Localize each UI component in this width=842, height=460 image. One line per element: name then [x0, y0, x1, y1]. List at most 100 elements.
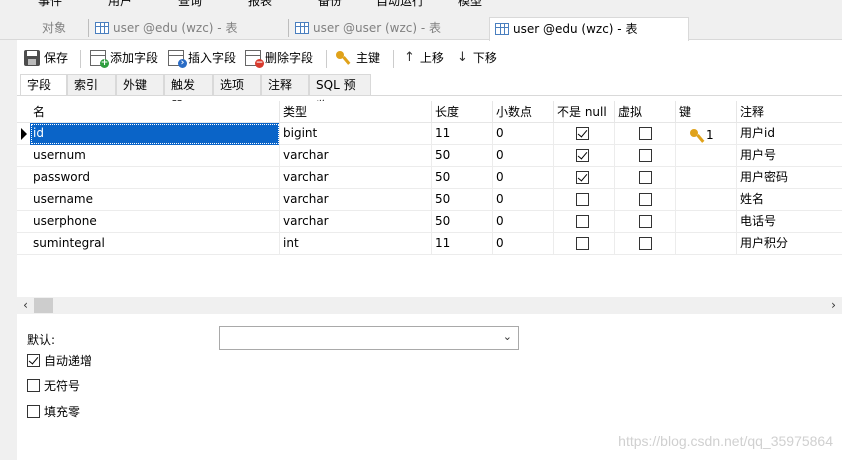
field-length-cell[interactable]: 11 [432, 233, 493, 255]
scroll-thumb[interactable] [34, 298, 53, 313]
field-key-cell[interactable] [676, 167, 737, 189]
field-decimals-cell[interactable]: 0 [493, 233, 554, 255]
menu-item-model[interactable]: 模型 [458, 0, 482, 8]
virtual-checkbox[interactable] [639, 149, 652, 162]
field-comment-cell[interactable]: 电话号 [737, 211, 842, 233]
virtual-checkbox[interactable] [639, 215, 652, 228]
tab-divider [288, 19, 289, 37]
tab-objects[interactable]: 对象 [42, 17, 66, 40]
table-row[interactable]: id bigint 11 0 1 用户id [17, 123, 842, 145]
field-type-cell[interactable]: varchar [280, 189, 432, 211]
field-comment-cell[interactable]: 姓名 [737, 189, 842, 211]
field-name-cell[interactable]: userphone [30, 211, 280, 233]
table-row[interactable]: sumintegral int 11 0 用户积分 [17, 233, 842, 255]
field-length-cell[interactable]: 11 [432, 123, 493, 145]
field-name-cell[interactable]: sumintegral [30, 233, 280, 255]
unsigned-checkbox[interactable]: 无符号 [27, 377, 80, 393]
save-button[interactable]: 保存 [24, 44, 68, 72]
column-header-length[interactable]: 长度 [432, 101, 493, 123]
virtual-checkbox[interactable] [639, 171, 652, 184]
column-header-virtual[interactable]: 虚拟 [615, 101, 676, 123]
column-header-not-null[interactable]: 不是 null [554, 101, 615, 123]
tab-sql-preview[interactable]: SQL 预览 [309, 74, 371, 113]
field-comment-cell[interactable]: 用户密码 [737, 167, 842, 189]
design-subtabs: 字段 索引 外键 触发器 选项 注释 SQL 预览 [17, 74, 842, 113]
scroll-left-icon[interactable]: ‹ [17, 297, 34, 314]
column-header-decimals[interactable]: 小数点 [493, 101, 554, 123]
field-type-cell[interactable]: int [280, 233, 432, 255]
tab-options[interactable]: 选项 [213, 74, 261, 96]
field-decimals-cell[interactable]: 0 [493, 211, 554, 233]
grid-horizontal-scrollbar[interactable]: ‹ › [17, 297, 842, 314]
move-up-button[interactable]: ↑ 上移 [404, 44, 444, 72]
default-value-select[interactable]: ⌄ [219, 326, 519, 350]
field-name-cell[interactable]: usernum [30, 145, 280, 167]
move-down-button[interactable]: ↓ 下移 [457, 44, 497, 72]
tab-comments[interactable]: 注释 [261, 74, 309, 96]
menu-item-events[interactable]: 事件 [38, 0, 62, 8]
field-length-cell[interactable]: 50 [432, 211, 493, 233]
field-key-cell[interactable]: 1 [676, 123, 737, 145]
field-length-cell[interactable]: 50 [432, 167, 493, 189]
field-key-cell[interactable] [676, 189, 737, 211]
not-null-checkbox[interactable] [576, 171, 589, 184]
virtual-checkbox[interactable] [639, 127, 652, 140]
field-comment-cell[interactable]: 用户id [737, 123, 842, 145]
menu-item-backup[interactable]: 备份 [318, 0, 342, 8]
not-null-checkbox[interactable] [576, 149, 589, 162]
scroll-right-icon[interactable]: › [825, 297, 842, 314]
table-row[interactable]: userphone varchar 50 0 电话号 [17, 211, 842, 233]
delete-field-button[interactable]: − 删除字段 [245, 44, 313, 72]
menu-item-users[interactable]: 用户 [108, 0, 132, 8]
field-decimals-cell[interactable]: 0 [493, 189, 554, 211]
field-key-cell[interactable] [676, 233, 737, 255]
field-length-cell[interactable]: 50 [432, 145, 493, 167]
field-type-cell[interactable]: varchar [280, 145, 432, 167]
checkbox-box [27, 404, 40, 418]
table-row[interactable]: usernum varchar 50 0 用户号 [17, 145, 842, 167]
tab-triggers[interactable]: 触发器 [164, 74, 213, 113]
column-header-key[interactable]: 键 [676, 101, 737, 123]
document-tab-bar: 对象 user @edu (wzc) - 表 user @user (wzc) … [0, 8, 842, 41]
field-key-cell[interactable] [676, 145, 737, 167]
virtual-checkbox[interactable] [639, 193, 652, 206]
column-header-type[interactable]: 类型 [280, 101, 432, 123]
column-header-comment[interactable]: 注释 [737, 101, 842, 123]
tab-user-edu-table-active[interactable]: user @edu (wzc) - 表 [489, 17, 689, 41]
not-null-checkbox[interactable] [576, 127, 589, 140]
insert-field-button[interactable]: › 插入字段 [168, 44, 236, 72]
table-row[interactable]: password varchar 50 0 用户密码 [17, 167, 842, 189]
table-row[interactable]: username varchar 50 0 姓名 [17, 189, 842, 211]
tab-fields[interactable]: 字段 [20, 74, 67, 96]
column-header-name[interactable]: 名 [30, 101, 280, 123]
tab-foreign-keys[interactable]: 外键 [116, 74, 164, 96]
tab-user-user-table[interactable]: user @user (wzc) - 表 [290, 17, 441, 40]
tab-indexes[interactable]: 索引 [67, 74, 116, 96]
virtual-checkbox[interactable] [639, 237, 652, 250]
zerofill-checkbox[interactable]: 填充零 [27, 403, 80, 419]
field-comment-cell[interactable]: 用户积分 [737, 233, 842, 255]
field-name-cell[interactable]: password [30, 167, 280, 189]
field-comment-cell[interactable]: 用户号 [737, 145, 842, 167]
add-field-button[interactable]: + 添加字段 [90, 44, 158, 72]
field-name-cell[interactable]: id [30, 123, 280, 145]
not-null-checkbox[interactable] [576, 237, 589, 250]
field-name-cell[interactable]: username [30, 189, 280, 211]
field-decimals-cell[interactable]: 0 [493, 123, 554, 145]
auto-increment-checkbox[interactable]: 自动递增 [27, 352, 92, 368]
menu-item-report[interactable]: 报表 [248, 0, 272, 8]
menu-item-automation[interactable]: 自动运行 [376, 0, 424, 8]
field-not-null-cell [554, 145, 615, 167]
field-type-cell[interactable]: bigint [280, 123, 432, 145]
field-decimals-cell[interactable]: 0 [493, 167, 554, 189]
menu-item-query[interactable]: 查询 [178, 0, 202, 8]
field-length-cell[interactable]: 50 [432, 189, 493, 211]
not-null-checkbox[interactable] [576, 215, 589, 228]
field-type-cell[interactable]: varchar [280, 167, 432, 189]
primary-key-button[interactable]: 主键 [336, 44, 380, 72]
tab-user-edu-table[interactable]: user @edu (wzc) - 表 [90, 17, 237, 40]
field-decimals-cell[interactable]: 0 [493, 145, 554, 167]
field-key-cell[interactable] [676, 211, 737, 233]
field-type-cell[interactable]: varchar [280, 211, 432, 233]
not-null-checkbox[interactable] [576, 193, 589, 206]
